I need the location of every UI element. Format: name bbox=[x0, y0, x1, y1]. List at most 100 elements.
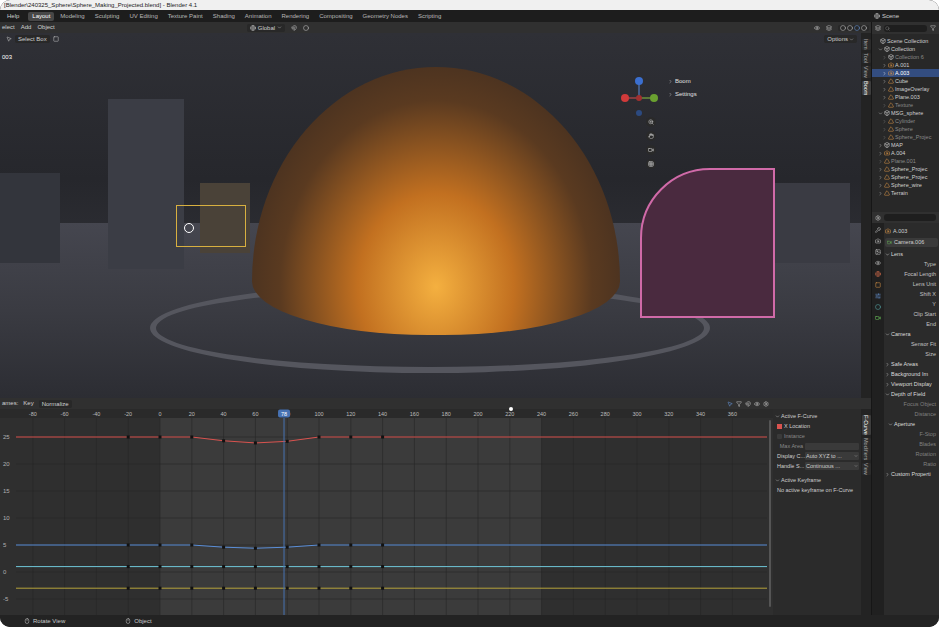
workspace-tab[interactable]: Sculpting bbox=[91, 12, 124, 21]
transform-gizmo[interactable] bbox=[184, 223, 194, 233]
navigation-gizmo[interactable] bbox=[616, 73, 662, 119]
property-section[interactable]: Camera bbox=[885, 329, 938, 339]
scene-selector[interactable]: Scene bbox=[870, 12, 939, 21]
properties-search[interactable] bbox=[884, 214, 936, 221]
fcurve[interactable] bbox=[16, 436, 767, 445]
keyframe[interactable] bbox=[190, 436, 193, 439]
view-layer-tab-icon[interactable] bbox=[875, 260, 881, 266]
outliner-row[interactable]: Collection bbox=[872, 45, 939, 53]
outliner-row[interactable]: Sphere_Projec bbox=[872, 173, 939, 181]
sidebar-row[interactable]: Instance bbox=[775, 432, 859, 440]
camera-view-icon[interactable] bbox=[648, 147, 654, 153]
outliner-row[interactable]: Sphere_Projec bbox=[872, 133, 939, 141]
property-field[interactable]: Clip Start bbox=[885, 309, 938, 319]
workspace-tab[interactable]: Layout bbox=[28, 12, 54, 21]
collapsed-icon[interactable] bbox=[882, 63, 887, 68]
keyframe[interactable] bbox=[254, 441, 257, 444]
keyframe[interactable] bbox=[381, 587, 384, 590]
dropdown[interactable]: Continuous ... bbox=[805, 462, 859, 470]
checkbox[interactable] bbox=[777, 434, 782, 439]
material-shading-icon[interactable] bbox=[854, 25, 860, 31]
outliner-row[interactable]: A.003 bbox=[872, 69, 939, 77]
pan-icon[interactable] bbox=[648, 133, 654, 139]
keyframe[interactable] bbox=[318, 587, 321, 590]
graph-plot[interactable]: 2520151050-5 bbox=[0, 418, 773, 615]
orientation-dropdown[interactable]: Global bbox=[247, 24, 285, 32]
side-tab[interactable]: F-Curve bbox=[862, 415, 871, 435]
snap-icon[interactable] bbox=[745, 401, 751, 407]
snap-icon[interactable] bbox=[291, 25, 297, 31]
keyframe[interactable] bbox=[318, 544, 321, 547]
fcurve[interactable] bbox=[16, 544, 767, 550]
workspace-tab[interactable]: Scripting bbox=[414, 12, 445, 21]
viewport-menu-item[interactable]: Object bbox=[37, 23, 54, 32]
keyframe[interactable] bbox=[381, 565, 384, 568]
outliner-row[interactable]: A.001 bbox=[872, 61, 939, 69]
dropdown[interactable]: Auto XYZ to ... bbox=[805, 452, 859, 460]
property-field[interactable]: Lens Unit bbox=[885, 279, 938, 289]
visibility-icon[interactable] bbox=[814, 25, 820, 31]
property-field[interactable]: Y bbox=[885, 299, 938, 309]
keyframe[interactable] bbox=[159, 436, 162, 439]
outliner-row[interactable]: ImageOverlay bbox=[872, 85, 939, 93]
keyframe[interactable] bbox=[159, 587, 162, 590]
keyframe[interactable] bbox=[318, 565, 321, 568]
zoom-icon[interactable] bbox=[648, 119, 654, 125]
keyframe[interactable] bbox=[286, 565, 289, 568]
collapsed-icon[interactable] bbox=[882, 127, 887, 132]
workspace-tab[interactable]: Geometry Nodes bbox=[359, 12, 412, 21]
viewport-menu-item[interactable]: Add bbox=[21, 23, 32, 32]
collapsed-icon[interactable] bbox=[882, 119, 887, 124]
keyframe[interactable] bbox=[349, 436, 352, 439]
menu-item[interactable]: Help bbox=[4, 12, 22, 21]
keyframe[interactable] bbox=[222, 587, 225, 590]
keyframe[interactable] bbox=[254, 547, 257, 550]
normalize-toggle[interactable]: Normalize bbox=[39, 400, 72, 408]
physics-tab-icon[interactable] bbox=[875, 304, 881, 310]
wireframe-shading-icon[interactable] bbox=[840, 25, 846, 31]
property-field[interactable]: Rotation bbox=[885, 449, 938, 459]
frame-ruler[interactable]: -80-60-40-200204060801001201401601802002… bbox=[0, 409, 773, 418]
keyframe[interactable] bbox=[222, 439, 225, 442]
camera-data-tab-icon[interactable] bbox=[875, 315, 881, 321]
proportional-icon[interactable] bbox=[303, 25, 309, 31]
property-field[interactable]: F-Stop bbox=[885, 429, 938, 439]
keyframe[interactable] bbox=[254, 587, 257, 590]
outliner-row[interactable]: Sphere_wire bbox=[872, 181, 939, 189]
grid-icon[interactable] bbox=[648, 161, 654, 167]
keyframe[interactable] bbox=[286, 440, 289, 443]
outliner-row[interactable]: MAP bbox=[872, 141, 939, 149]
keyframe[interactable] bbox=[381, 544, 384, 547]
property-field[interactable]: Focal Length bbox=[885, 269, 938, 279]
keyframe[interactable] bbox=[222, 546, 225, 549]
section-header[interactable]: Active F-Curve bbox=[775, 412, 859, 420]
section-header[interactable]: Active Keyframe bbox=[775, 476, 859, 484]
display-mode-icon[interactable] bbox=[875, 25, 881, 31]
outliner-row[interactable]: MSG_sphere bbox=[872, 109, 939, 117]
side-tab[interactable]: View bbox=[862, 66, 871, 78]
fcurve[interactable] bbox=[16, 587, 767, 590]
collapsed-icon[interactable] bbox=[878, 167, 883, 172]
overlays-icon[interactable] bbox=[826, 25, 832, 31]
mode-icon[interactable] bbox=[53, 36, 59, 42]
property-section[interactable]: Aperture bbox=[885, 419, 938, 429]
sidebar-row[interactable]: Handle S...Continuous ... bbox=[775, 462, 859, 470]
property-field[interactable]: Sensor Fit bbox=[885, 339, 938, 349]
keyframe[interactable] bbox=[222, 565, 225, 568]
fcurve[interactable] bbox=[16, 565, 767, 568]
workspace-tab[interactable]: Animation bbox=[241, 12, 276, 21]
outliner-row[interactable]: Cylinder bbox=[872, 117, 939, 125]
collapsed-icon[interactable] bbox=[882, 55, 887, 60]
keyframe[interactable] bbox=[349, 565, 352, 568]
property-section[interactable]: Safe Areas bbox=[885, 359, 938, 369]
outliner-row[interactable]: Texture bbox=[872, 101, 939, 109]
rendered-shading-icon[interactable] bbox=[861, 25, 867, 31]
workspace-tab[interactable]: Texture Paint bbox=[164, 12, 207, 21]
render-tab-icon[interactable] bbox=[875, 238, 881, 244]
scene-tab-icon[interactable] bbox=[875, 271, 881, 277]
collapsed-icon[interactable] bbox=[878, 183, 883, 188]
data-block-field[interactable]: Camera.006 bbox=[885, 238, 938, 247]
property-field[interactable]: Type bbox=[885, 259, 938, 269]
sidebar-row[interactable]: Display C...Auto XYZ to ... bbox=[775, 452, 859, 460]
collapsed-icon[interactable] bbox=[882, 79, 887, 84]
